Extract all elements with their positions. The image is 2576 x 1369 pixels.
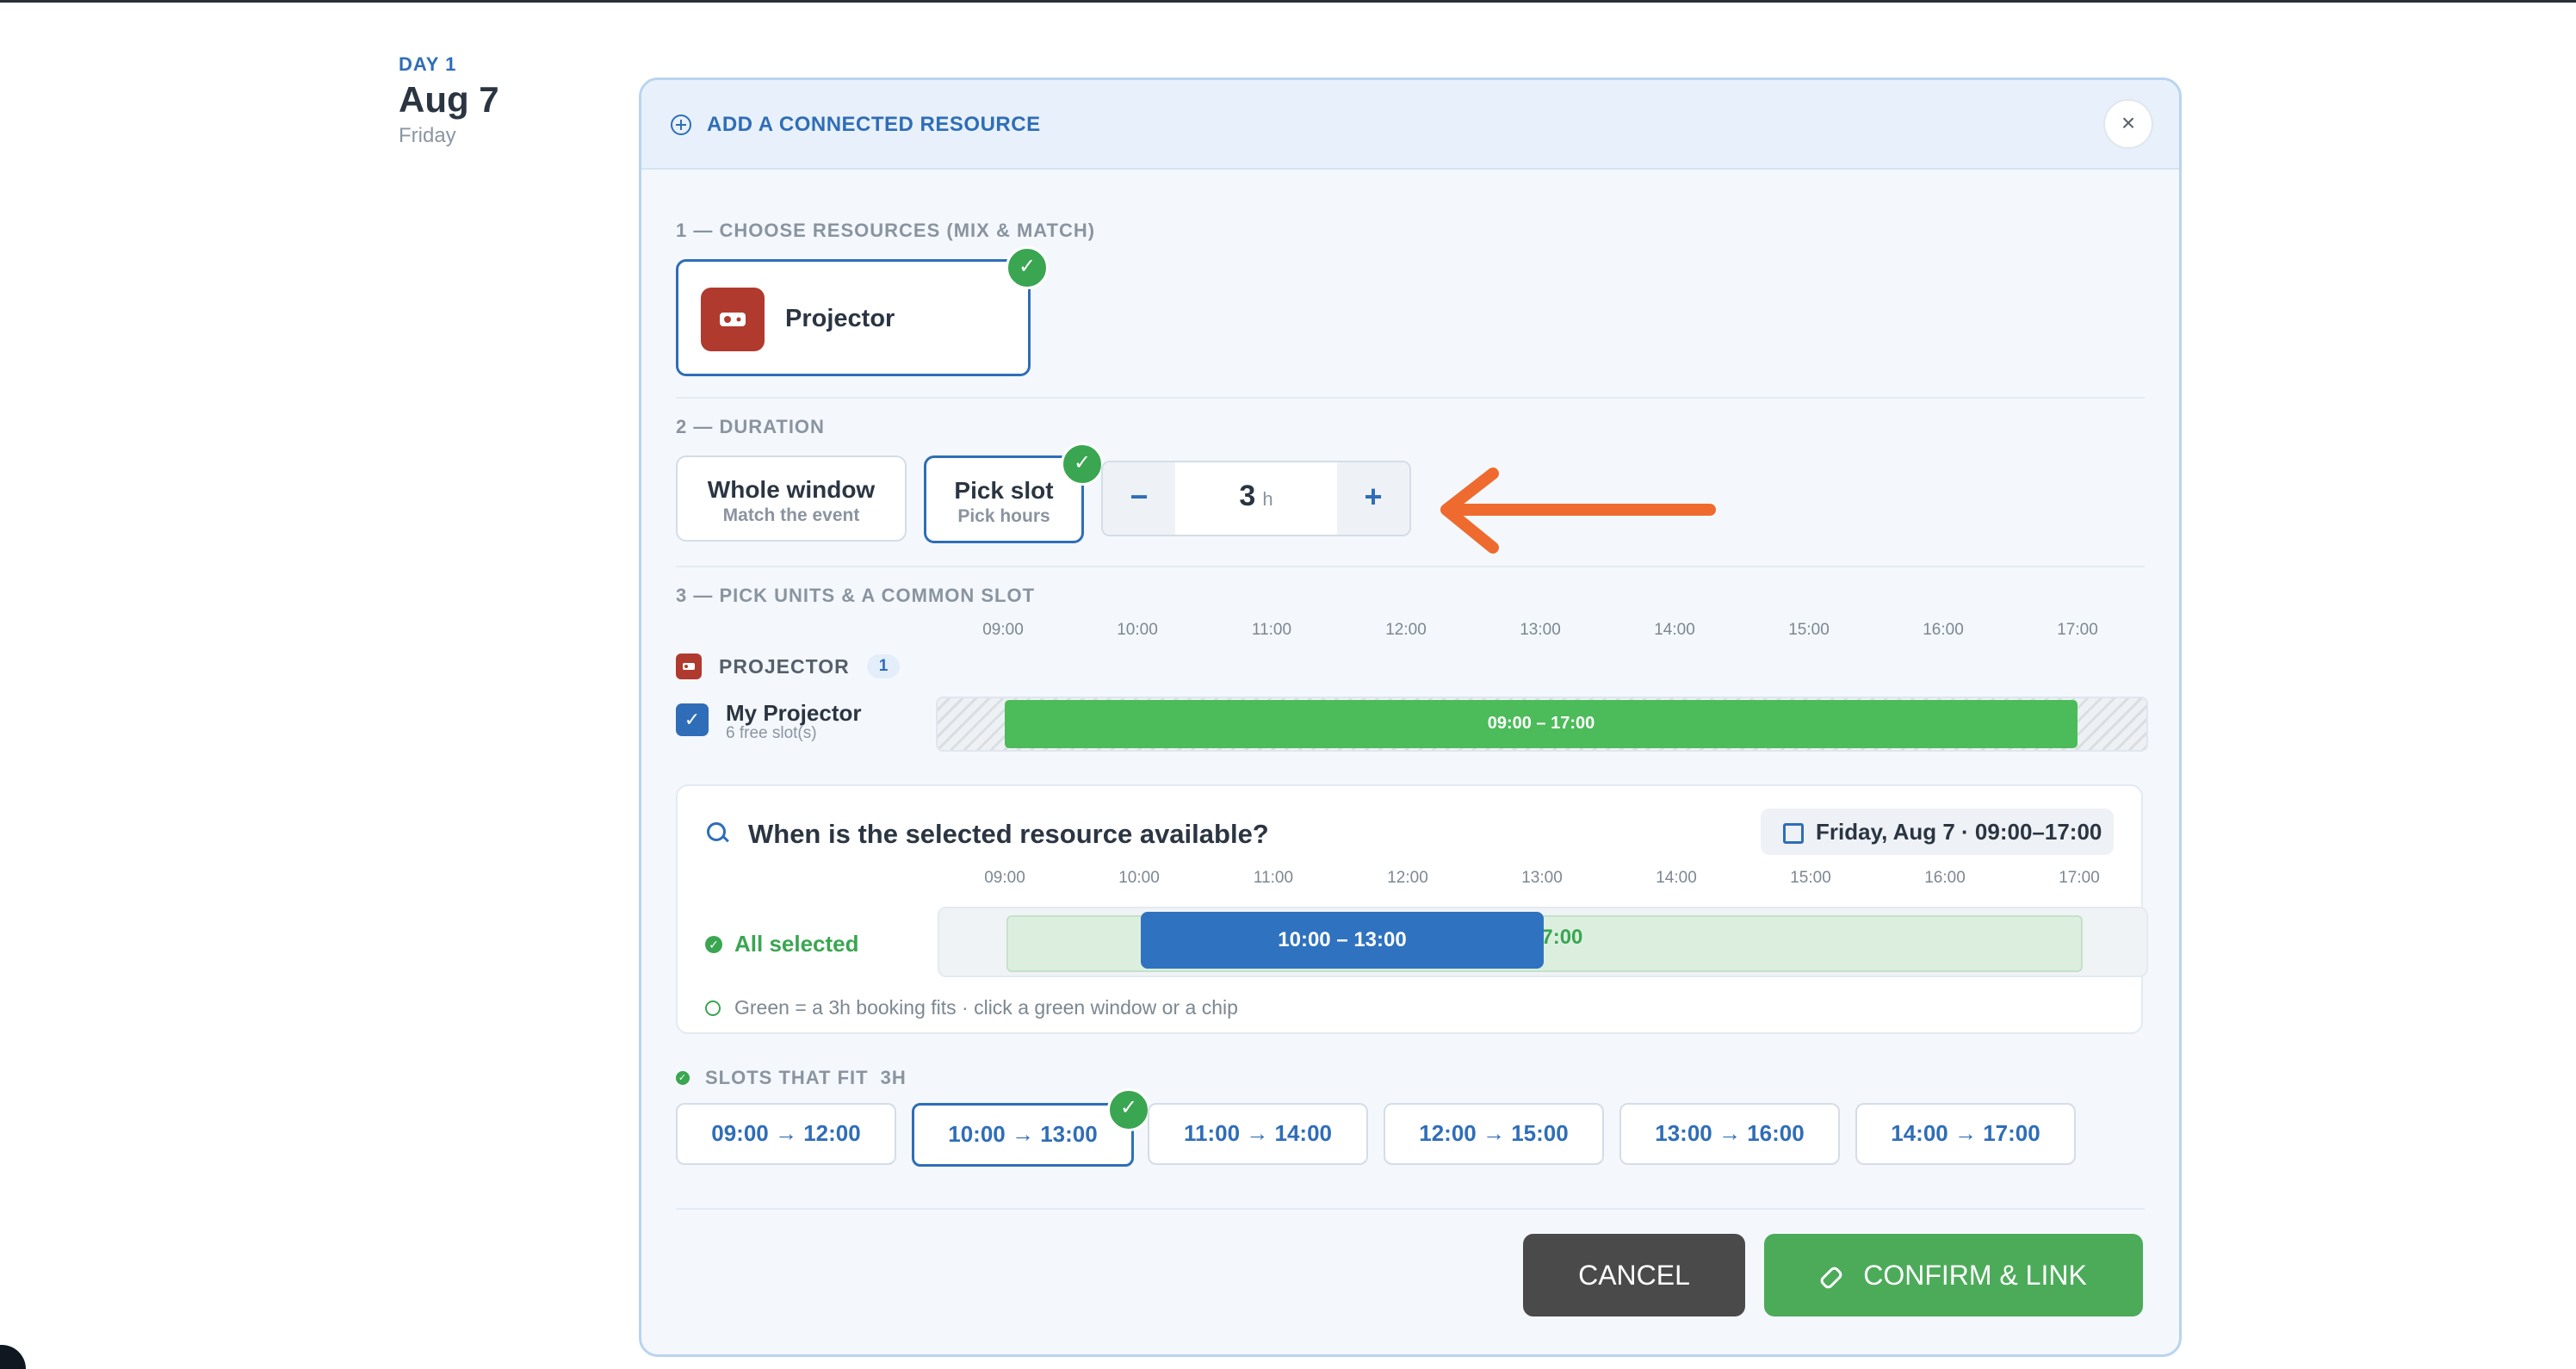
hour-label: 17:00 bbox=[2059, 869, 2100, 887]
day-weekday: Friday bbox=[399, 124, 456, 147]
add-circle-icon bbox=[671, 115, 691, 135]
dialog-header: ADD A CONNECTED RESOURCE × bbox=[641, 80, 2179, 170]
cancel-button[interactable]: CANCEL bbox=[1523, 1234, 1745, 1316]
check-circle-icon: ✓ bbox=[676, 1071, 690, 1085]
hour-label: 11:00 bbox=[1251, 621, 1292, 639]
slot-chip-label: 10:00 → 13:00 bbox=[948, 1121, 1098, 1147]
slot-chip[interactable]: 14:00 → 17:00 bbox=[1855, 1103, 2076, 1165]
divider bbox=[676, 566, 2145, 567]
link-icon bbox=[1818, 1264, 1845, 1291]
unit-name: My Projector bbox=[726, 700, 862, 726]
unit-checkbox[interactable]: ✓ bbox=[676, 703, 709, 736]
hour-label: 16:00 bbox=[1924, 869, 1966, 887]
group-label: PROJECTOR bbox=[719, 654, 850, 678]
selected-check-icon: ✓ bbox=[1006, 246, 1049, 289]
confirm-label: CONFIRM & LINK bbox=[1863, 1260, 2087, 1291]
close-button[interactable]: × bbox=[2103, 99, 2153, 149]
timeline-hours: 09:00 10:00 11:00 12:00 13:00 14:00 15:0… bbox=[643, 869, 2179, 891]
info-icon bbox=[705, 1000, 721, 1016]
hour-label: 13:00 bbox=[1520, 621, 1561, 639]
step3-title: 3 — PICK UNITS & A COMMON SLOT bbox=[676, 585, 1036, 606]
resource-card-projector[interactable]: Projector ✓ bbox=[676, 246, 1049, 376]
date-range-pill: Friday, Aug 7 · 09:00–17:00 bbox=[1761, 808, 2114, 855]
timeline-hours: 09:00 10:00 11:00 12:00 13:00 14:00 15:0… bbox=[641, 621, 2179, 643]
hour-label: 09:00 bbox=[984, 869, 1025, 887]
hour-label: 16:00 bbox=[1923, 621, 1964, 639]
check-circle-icon: ✓ bbox=[705, 935, 722, 953]
pick-slot-option[interactable]: Pick slot Pick hours ✓ bbox=[924, 443, 1104, 543]
annotation-arrow-icon bbox=[1440, 468, 1716, 554]
whole-window-sub: Match the event bbox=[722, 505, 860, 525]
slots-duration: 3H bbox=[880, 1067, 907, 1088]
pick-slot-sub: Pick hours bbox=[957, 506, 1050, 526]
hour-label: 15:00 bbox=[1788, 621, 1830, 639]
duration-value[interactable]: 3h bbox=[1175, 480, 1337, 513]
availability-question: When is the selected resource available? bbox=[748, 819, 1269, 849]
decrease-button[interactable]: − bbox=[1103, 462, 1175, 535]
day-date: Aug 7 bbox=[399, 79, 499, 120]
dialog-title: ADD A CONNECTED RESOURCE bbox=[671, 113, 1041, 137]
unit-free-window[interactable]: 09:00 – 17:00 bbox=[1005, 700, 2078, 748]
duration-stepper: − 3h + bbox=[1101, 461, 1411, 536]
hour-label: 13:00 bbox=[1521, 869, 1563, 887]
day-header: DAY 1 Aug 7 Friday bbox=[399, 53, 499, 148]
slot-chip[interactable]: 09:00 → 12:00 bbox=[676, 1103, 896, 1165]
hint-text: Green = a 3h booking fits · click a gree… bbox=[734, 996, 1238, 1019]
hour-label: 14:00 bbox=[1654, 621, 1695, 639]
resource-group-header: PROJECTOR 1 bbox=[676, 654, 901, 679]
day-label: DAY 1 bbox=[399, 53, 457, 75]
whole-window-label: Whole window bbox=[707, 476, 876, 503]
slot-chip-selected[interactable]: 10:00 → 13:00 ✓ bbox=[912, 1088, 1150, 1167]
search-icon bbox=[707, 822, 726, 841]
selected-check-icon: ✓ bbox=[1061, 443, 1104, 486]
slots-title-text: SLOTS THAT FIT bbox=[705, 1067, 869, 1088]
increase-button[interactable]: + bbox=[1337, 462, 1409, 535]
projector-icon bbox=[701, 288, 765, 351]
common-availability-track: 17:00 10:00 – 13:00 bbox=[938, 907, 2148, 977]
pick-slot-label: Pick slot bbox=[954, 477, 1054, 504]
group-count-badge: 1 bbox=[866, 654, 901, 678]
hour-label: 10:00 bbox=[1117, 621, 1158, 639]
hour-label: 10:00 bbox=[1118, 869, 1160, 887]
slot-chip[interactable]: 13:00 → 16:00 bbox=[1619, 1103, 1840, 1165]
hour-label: 12:00 bbox=[1385, 621, 1427, 639]
slot-chip[interactable]: 12:00 → 15:00 bbox=[1384, 1103, 1604, 1165]
availability-panel: When is the selected resource available?… bbox=[676, 784, 2148, 1034]
projector-icon bbox=[676, 654, 702, 679]
connected-resource-dialog: ADD A CONNECTED RESOURCE × 1 — CHOOSE RE… bbox=[639, 77, 2182, 1357]
duration-number: 3 bbox=[1239, 480, 1256, 512]
selected-check-icon: ✓ bbox=[1107, 1088, 1150, 1131]
whole-window-option[interactable]: Whole window Match the event bbox=[676, 455, 907, 542]
hour-label: 17:00 bbox=[2057, 621, 2098, 639]
divider bbox=[676, 397, 2145, 399]
unit-availability-track: 09:00 – 17:00 bbox=[936, 697, 2148, 752]
unit-free-slots: 6 free slot(s) bbox=[726, 724, 817, 742]
selected-slot-bar[interactable]: 10:00 – 13:00 bbox=[1141, 912, 1544, 969]
window-top-edge bbox=[0, 0, 2576, 3]
dialog-title-text: ADD A CONNECTED RESOURCE bbox=[707, 113, 1041, 136]
hour-label: 15:00 bbox=[1790, 869, 1831, 887]
confirm-link-button[interactable]: CONFIRM & LINK bbox=[1764, 1234, 2143, 1316]
window-corner bbox=[0, 1345, 26, 1369]
calendar-icon bbox=[1783, 823, 1804, 844]
resource-name: Projector bbox=[785, 305, 895, 332]
slot-chip[interactable]: 11:00 → 14:00 bbox=[1148, 1103, 1368, 1165]
duration-unit: h bbox=[1262, 488, 1273, 510]
step2-title: 2 — DURATION bbox=[676, 416, 825, 437]
selection-status-text: All selected bbox=[734, 931, 859, 957]
hour-label: 11:00 bbox=[1253, 869, 1294, 887]
selection-status: ✓ All selected bbox=[705, 931, 859, 957]
availability-hint: Green = a 3h booking fits · click a gree… bbox=[705, 996, 1238, 1019]
date-range-text: Friday, Aug 7 · 09:00–17:00 bbox=[1816, 819, 2102, 845]
slots-title: ✓ SLOTS THAT FIT 3H bbox=[676, 1067, 907, 1089]
hour-label: 09:00 bbox=[982, 621, 1024, 639]
divider bbox=[676, 1208, 2145, 1210]
hour-label: 12:00 bbox=[1387, 869, 1428, 887]
step1-title: 1 — CHOOSE RESOURCES (MIX & MATCH) bbox=[676, 220, 1096, 241]
hour-label: 14:00 bbox=[1656, 869, 1697, 887]
